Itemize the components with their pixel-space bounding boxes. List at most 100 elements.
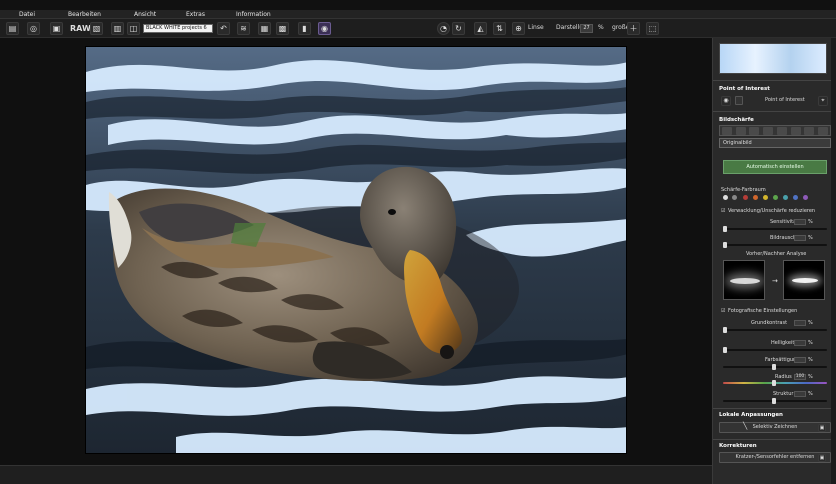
percent-label: % <box>808 320 813 326</box>
slider-knob[interactable] <box>772 380 776 386</box>
point-toggle-button[interactable] <box>735 96 743 105</box>
sensitivity-slider[interactable] <box>723 226 827 232</box>
color-purple-dot[interactable] <box>803 195 808 200</box>
menu-view[interactable]: Ansicht <box>134 11 156 18</box>
photo-checkbox[interactable]: ☑ <box>721 308 725 314</box>
panel-scrollbar[interactable] <box>831 38 836 484</box>
tool-icon-2[interactable] <box>735 126 746 135</box>
avatar[interactable]: ◉ <box>318 22 331 35</box>
color-green-dot[interactable] <box>773 195 778 200</box>
blur-checkbox[interactable]: ☑ <box>721 208 725 214</box>
structure-slider[interactable] <box>723 398 827 404</box>
histogram-icon[interactable]: ◔ <box>437 22 450 35</box>
section-point-of-interest: Point of Interest <box>719 86 770 92</box>
sort-icon[interactable]: ⇅ <box>493 22 506 35</box>
zoom-field[interactable]: 27 <box>580 24 593 33</box>
brightness-label: Helligkeit <box>771 340 795 346</box>
document-icon[interactable]: ▤ <box>6 22 19 35</box>
zoom-unit: % <box>598 24 604 31</box>
tool-icon-1[interactable] <box>722 126 732 135</box>
point-of-interest-button[interactable]: Point of Interest <box>765 97 805 103</box>
pin-icon[interactable]: ⌖ <box>818 96 828 106</box>
photo-preview[interactable] <box>85 46 627 454</box>
copy-icon[interactable]: ▣ <box>50 22 63 35</box>
menu-extras[interactable]: Extras <box>186 11 205 18</box>
percent-label: % <box>808 357 813 363</box>
color-gray-dot[interactable] <box>732 195 737 200</box>
print-icon[interactable]: ▩ <box>276 22 289 35</box>
percent-label: % <box>808 340 813 346</box>
photo-image <box>86 47 626 453</box>
right-panel: Point of Interest ◉ Point of Interest ⌖ … <box>712 38 836 484</box>
zoom-in-icon[interactable]: ＋ <box>627 22 640 35</box>
color-blue-dot[interactable] <box>793 195 798 200</box>
tool-icon-7[interactable] <box>804 126 815 135</box>
triangle-icon[interactable]: ◭ <box>474 22 487 35</box>
color-red-dot[interactable] <box>743 195 748 200</box>
menu-file[interactable]: Datei <box>19 11 35 18</box>
slider-knob[interactable] <box>723 242 727 248</box>
noise-field[interactable] <box>794 235 806 241</box>
columns-icon[interactable]: ▮ <box>298 22 311 35</box>
color-yellow-dot[interactable] <box>763 195 768 200</box>
menu-bar: Datei Bearbeiten Ansicht Extras Informat… <box>0 10 836 19</box>
structure-field[interactable] <box>794 391 806 397</box>
color-white-dot[interactable] <box>723 195 728 200</box>
image-canvas <box>0 38 711 465</box>
brightness-field[interactable] <box>794 340 806 346</box>
saturation-field[interactable] <box>794 357 806 363</box>
refresh-icon[interactable]: ↻ <box>452 22 465 35</box>
raw-button[interactable]: RAW <box>70 24 91 33</box>
contrast-slider[interactable] <box>723 327 827 333</box>
local-options-icon[interactable]: ▣ <box>818 424 826 432</box>
crop-icon[interactable]: ⬚ <box>646 22 659 35</box>
menu-information[interactable]: Information <box>236 11 271 18</box>
slider-knob[interactable] <box>772 364 776 370</box>
tool-icon-5[interactable] <box>776 126 787 135</box>
color-orange-dot[interactable] <box>753 195 758 200</box>
save-icon[interactable]: ▥ <box>111 22 124 35</box>
zoom-label: Linse <box>528 24 544 31</box>
point-icon[interactable]: ◉ <box>721 96 731 106</box>
color-cyan-dot[interactable] <box>783 195 788 200</box>
rotate-icon[interactable]: ↶ <box>217 22 230 35</box>
auto-adjust-button[interactable]: Automatisch einstellen <box>723 160 827 174</box>
slider-knob[interactable] <box>723 327 727 333</box>
tool-icon-3[interactable] <box>749 126 760 135</box>
radius-field[interactable]: 100 <box>794 374 806 380</box>
preset-icon[interactable]: ◫ <box>127 22 140 35</box>
corrections-options-icon[interactable]: ▣ <box>818 454 826 462</box>
adjust-icon[interactable]: ≋ <box>237 22 250 35</box>
panel-divider <box>713 80 836 81</box>
zoom-icon[interactable]: ⊕ <box>512 22 525 35</box>
slider-knob[interactable] <box>723 347 727 353</box>
blur-checkbox-label: Verwacklung/Unschärfe reduzieren <box>728 208 816 214</box>
selective-draw-button[interactable]: Selektiv Zeichnen <box>719 422 831 433</box>
slider-knob[interactable] <box>772 398 776 404</box>
tool-icon-4[interactable] <box>763 126 774 135</box>
camera-icon[interactable]: ◎ <box>27 22 40 35</box>
navigator-thumbnail[interactable] <box>719 43 827 74</box>
contrast-field[interactable] <box>794 320 806 326</box>
radius-slider[interactable] <box>723 380 827 386</box>
preset-select[interactable]: BLACK WHITE projects 6 <box>143 24 213 33</box>
brightness-slider[interactable] <box>723 347 827 353</box>
panel-divider <box>713 408 836 409</box>
image-icon[interactable]: ▧ <box>90 22 103 35</box>
status-bar <box>0 465 836 484</box>
tool-icon-8[interactable] <box>817 126 828 135</box>
brush-icon: ╲ <box>743 422 748 430</box>
saturation-slider[interactable] <box>723 364 827 370</box>
noise-slider[interactable] <box>723 242 827 248</box>
menu-edit[interactable]: Bearbeiten <box>68 11 101 18</box>
analysis-label: Vorher/Nachher Analyse <box>746 251 807 257</box>
before-preview <box>723 260 765 300</box>
toolbar: ▤ ◎ ▣ RAW ▧ ▥ ◫ BLACK WHITE projects 6 ↶… <box>0 19 836 38</box>
scratch-removal-button[interactable]: Kratzer-/Sensorfehler entfernen <box>719 452 831 463</box>
sharpness-dropdown[interactable]: Originalbild <box>719 138 831 148</box>
sharpness-tools[interactable] <box>719 125 831 136</box>
export-icon[interactable]: ▦ <box>258 22 271 35</box>
slider-knob[interactable] <box>723 226 727 232</box>
tool-icon-6[interactable] <box>790 126 801 135</box>
sensitivity-field[interactable] <box>794 219 806 225</box>
